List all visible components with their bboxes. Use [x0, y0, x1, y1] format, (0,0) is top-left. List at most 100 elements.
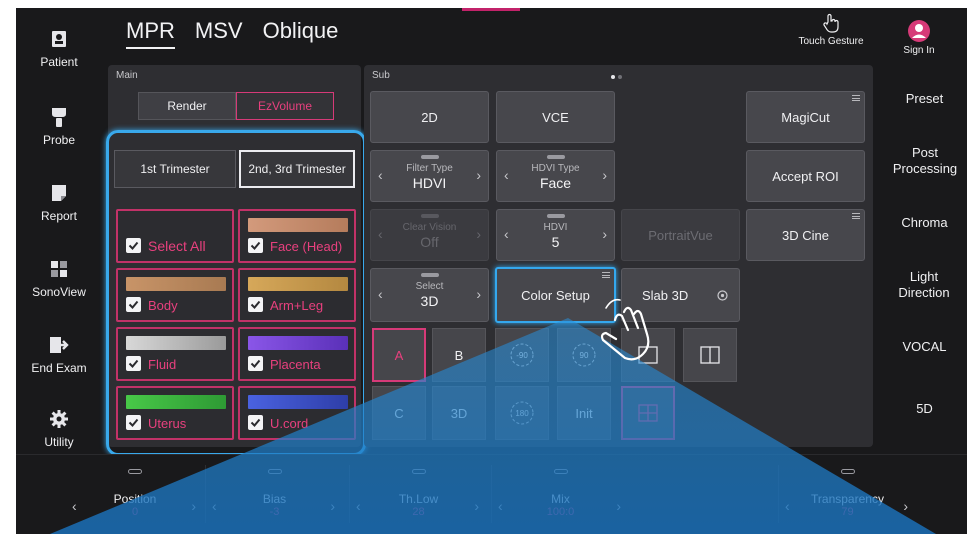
init-button[interactable]: Init	[557, 386, 611, 440]
u-cord-color-bar	[248, 395, 348, 409]
ezvolume-button[interactable]: EzVolume	[236, 92, 334, 120]
magicut-label: MagiCut	[781, 109, 830, 125]
settings-icon[interactable]	[716, 289, 729, 302]
portraitvue-button[interactable]: PortraitVue	[621, 209, 740, 261]
tab-oblique[interactable]: Oblique	[263, 18, 339, 49]
rotate-180-icon: 180	[510, 401, 534, 425]
render-button[interactable]: Render	[138, 92, 236, 120]
3d-cine-button[interactable]: 3D Cine	[746, 209, 865, 261]
nav-preset[interactable]: Preset	[882, 68, 967, 130]
quad-layout-button[interactable]	[621, 386, 675, 440]
second-third-trimester-button[interactable]: 2nd, 3rd Trimester	[239, 150, 355, 188]
th-low-control[interactable]: ‹ Th.Low 28 ›	[349, 465, 487, 523]
rotate-minus-90-label: -90	[516, 351, 528, 360]
view-a-button[interactable]: A	[372, 328, 426, 382]
transparency-value: 79	[841, 506, 854, 518]
nav-sonoview[interactable]: SonoView	[16, 240, 102, 316]
color-setup-button[interactable]: Color Setup	[495, 267, 616, 323]
select-label: Select	[415, 281, 444, 292]
accept-roi-button[interactable]: Accept ROI	[746, 150, 865, 202]
vce-button[interactable]: VCE	[496, 91, 615, 143]
hdvi-type-value: Face	[539, 175, 572, 191]
page-indicator-dot-active	[611, 75, 615, 79]
fluid-toggle[interactable]: Fluid	[116, 327, 234, 381]
touch-gesture-button[interactable]: Touch Gesture	[792, 13, 870, 47]
top-accent-bar	[462, 8, 520, 11]
arm-leg-toggle[interactable]: Arm+Leg	[238, 268, 356, 322]
filter-type-control[interactable]: ‹ Filter Type HDVI ›	[370, 150, 489, 202]
nav-patient[interactable]: Patient	[16, 10, 102, 86]
hdvi-control[interactable]: ‹ HDVI 5 ›	[496, 209, 615, 261]
view-c-button[interactable]: C	[372, 386, 426, 440]
rotate-minus-90-button[interactable]: -90	[495, 328, 549, 382]
pill-indicator	[420, 155, 439, 159]
slab-3d-button[interactable]: Slab 3D	[621, 268, 740, 322]
face-head-color-bar	[248, 218, 348, 232]
magicut-button[interactable]: MagiCut	[746, 91, 865, 143]
color-setup-label: Color Setup	[521, 287, 590, 303]
chevron-right-icon[interactable]: ›	[330, 498, 335, 514]
arm-leg-label: Arm+Leg	[270, 298, 324, 313]
first-trimester-button[interactable]: 1st Trimester	[114, 150, 236, 188]
chevron-right-icon[interactable]: ›	[476, 286, 481, 302]
nav-report[interactable]: Report	[16, 164, 102, 240]
hand-pointer-icon	[823, 13, 839, 33]
nav-5d[interactable]: 5D	[882, 378, 967, 440]
mix-control[interactable]: ‹ Mix 100:0 ›	[491, 465, 629, 523]
position-control[interactable]: ‹ Position 0 ›	[66, 465, 204, 523]
chevron-right-icon[interactable]: ›	[903, 498, 908, 514]
chevron-right-icon[interactable]: ›	[191, 498, 196, 514]
single-layout-button[interactable]	[621, 328, 675, 382]
rotate-right-icon: 90	[572, 343, 596, 367]
left-nav: Patient Probe Report SonoView End Exam U…	[16, 8, 102, 452]
2d-button[interactable]: 2D	[370, 91, 489, 143]
position-value: 0	[131, 506, 139, 518]
body-toggle[interactable]: Body	[116, 268, 234, 322]
face-head-toggle[interactable]: Face (Head)	[238, 209, 356, 263]
tab-msv[interactable]: MSV	[195, 18, 243, 49]
u-cord-toggle[interactable]: U.cord	[238, 386, 356, 440]
body-label: Body	[148, 298, 178, 313]
sign-in-label: Sign In	[903, 45, 935, 56]
filter-type-label: Filter Type	[406, 163, 453, 174]
rotate-180-label: 180	[515, 409, 529, 418]
clear-vision-control[interactable]: ‹ Clear Vision Off ›	[370, 209, 489, 261]
nav-probe[interactable]: Probe	[16, 88, 102, 164]
bias-control[interactable]: ‹ Bias -3 ›	[205, 465, 343, 523]
chevron-right-icon[interactable]: ›	[602, 226, 607, 242]
sign-in-button[interactable]: Sign In	[896, 20, 942, 56]
3d-cine-label: 3D Cine	[782, 227, 829, 243]
hdvi-label: HDVI	[543, 222, 568, 233]
select-all-toggle[interactable]: Select All	[116, 209, 234, 263]
view-b-button[interactable]: B	[432, 328, 486, 382]
nav-light-direction[interactable]: Light Direction	[894, 254, 954, 316]
nav-end-exam[interactable]: End Exam	[16, 316, 102, 392]
hdvi-type-control[interactable]: ‹ HDVI Type Face ›	[496, 150, 615, 202]
nav-chroma[interactable]: Chroma	[882, 192, 967, 254]
pill-indicator	[546, 214, 565, 218]
select-control[interactable]: ‹ Select 3D ›	[370, 268, 489, 322]
uterus-toggle[interactable]: Uterus	[116, 386, 234, 440]
rotate-90-button[interactable]: 90	[557, 328, 611, 382]
chevron-right-icon[interactable]: ›	[474, 498, 479, 514]
nav-post-processing[interactable]: Post Processing	[885, 130, 965, 192]
nav-vocal[interactable]: VOCAL	[882, 316, 967, 378]
clear-vision-label: Clear Vision	[402, 222, 457, 233]
hdvi-type-label: HDVI Type	[531, 163, 580, 174]
patient-icon	[48, 28, 70, 50]
tab-mpr[interactable]: MPR	[126, 18, 175, 49]
nav-end-exam-label: End Exam	[31, 360, 87, 375]
view-3d-button[interactable]: 3D	[432, 386, 486, 440]
pill-indicator	[546, 155, 565, 159]
rotate-180-button[interactable]: 180	[495, 386, 549, 440]
chevron-right-icon[interactable]: ›	[476, 226, 481, 242]
transparency-control[interactable]: ‹ Transparency 79 ›	[778, 465, 916, 523]
dual-layout-button[interactable]	[683, 328, 737, 382]
placenta-toggle[interactable]: Placenta	[238, 327, 356, 381]
chevron-right-icon[interactable]: ›	[602, 167, 607, 183]
nav-sonoview-label: SonoView	[32, 284, 86, 299]
nav-report-label: Report	[40, 208, 78, 223]
chevron-right-icon[interactable]: ›	[616, 498, 621, 514]
th-low-label: Th.Low	[398, 492, 439, 506]
chevron-right-icon[interactable]: ›	[476, 167, 481, 183]
